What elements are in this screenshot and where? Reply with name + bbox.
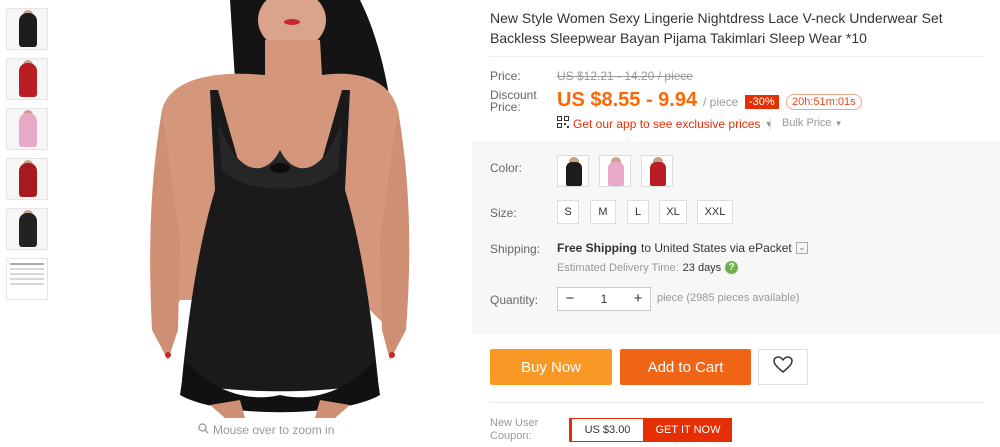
shipping-method[interactable]: Free Shipping to United States via ePack…: [557, 241, 808, 255]
color-label: Color:: [490, 161, 523, 175]
shipping-destination: to United States via ePacket: [641, 241, 792, 255]
coupon-amount: US $3.00: [572, 418, 644, 442]
new-user-coupon: US $3.00 GET IT NOW: [569, 418, 732, 442]
app-price-text: Get our app to see exclusive prices: [573, 116, 761, 131]
app-price-link[interactable]: Get our app to see exclusive prices ▼: [557, 116, 773, 131]
delivery-label: Estimated Delivery Time:: [557, 261, 679, 274]
size-option-l[interactable]: L: [627, 200, 649, 224]
color-swatch-black[interactable]: [557, 155, 589, 187]
countdown-timer: 20h:51m:01s: [786, 94, 862, 110]
thumbnail-black-2[interactable]: [6, 208, 48, 250]
size-option-xxl[interactable]: XXL: [697, 200, 733, 224]
thumbnail-list: [6, 8, 50, 308]
thumbnail-red[interactable]: [6, 58, 48, 100]
quantity-input[interactable]: [582, 292, 626, 306]
product-info-panel: New Style Women Sexy Lingerie Nightdress…: [472, 0, 1000, 447]
product-photo: [150, 0, 410, 418]
increase-button[interactable]: +: [626, 288, 650, 310]
color-swatch-pink[interactable]: [599, 155, 631, 187]
wishlist-button[interactable]: [758, 349, 808, 385]
help-icon[interactable]: ?: [725, 261, 739, 274]
chevron-down-icon: ⌄: [795, 242, 808, 254]
options-area: [472, 141, 1000, 334]
get-coupon-button[interactable]: GET IT NOW: [644, 418, 732, 442]
free-shipping-text: Free Shipping: [557, 241, 638, 255]
color-swatch-red[interactable]: [641, 155, 673, 187]
buy-now-button[interactable]: Buy Now: [490, 349, 612, 385]
caret-down-icon: ▼: [834, 119, 843, 128]
magnifier-icon: [198, 423, 209, 437]
size-label: Size:: [490, 206, 517, 220]
thumbnail-size-chart[interactable]: [6, 258, 48, 300]
price-label: Price:: [490, 69, 521, 83]
qr-code-icon: [557, 116, 569, 131]
discount-badge: -30%: [745, 95, 779, 109]
discount-price: US $8.55 - 9.94: [557, 89, 698, 111]
coupon-divider: [490, 402, 984, 403]
shipping-label: Shipping:: [490, 242, 541, 256]
thumbnail-red-2[interactable]: [6, 158, 48, 200]
heart-icon: [773, 355, 793, 379]
add-to-cart-button[interactable]: Add to Cart: [620, 349, 751, 385]
thumbnail-black[interactable]: [6, 8, 48, 50]
price-unit: / piece: [703, 95, 739, 109]
quantity-label: Quantity:: [490, 293, 539, 307]
caret-down-icon: ▼: [764, 118, 774, 129]
zoom-hint-text: Mouse over to zoom in: [213, 423, 335, 437]
coupon-label: New User Coupon:: [490, 417, 539, 442]
quantity-available: piece (2985 pieces available): [657, 292, 800, 304]
bulk-price-link[interactable]: Bulk Price ▼: [782, 117, 843, 129]
decrease-button[interactable]: −: [558, 288, 582, 310]
main-product-image[interactable]: [60, 0, 470, 418]
quantity-stepper: − +: [557, 287, 651, 311]
discount-price-label: Discount Price:: [490, 88, 537, 114]
size-option-s[interactable]: S: [557, 200, 579, 224]
delivery-days: 23 days: [682, 261, 722, 274]
zoom-hint: Mouse over to zoom in: [198, 423, 334, 437]
size-option-xl[interactable]: XL: [659, 200, 687, 224]
size-option-m[interactable]: M: [590, 200, 616, 224]
title-divider: [490, 56, 984, 57]
delivery-estimate: Estimated Delivery Time: 23 days ?: [557, 261, 739, 274]
product-title: New Style Women Sexy Lingerie Nightdress…: [490, 10, 943, 46]
original-price: US $12.21 - 14.20 / piece: [557, 69, 694, 83]
separator: [770, 118, 771, 130]
thumbnail-pink[interactable]: [6, 108, 48, 150]
